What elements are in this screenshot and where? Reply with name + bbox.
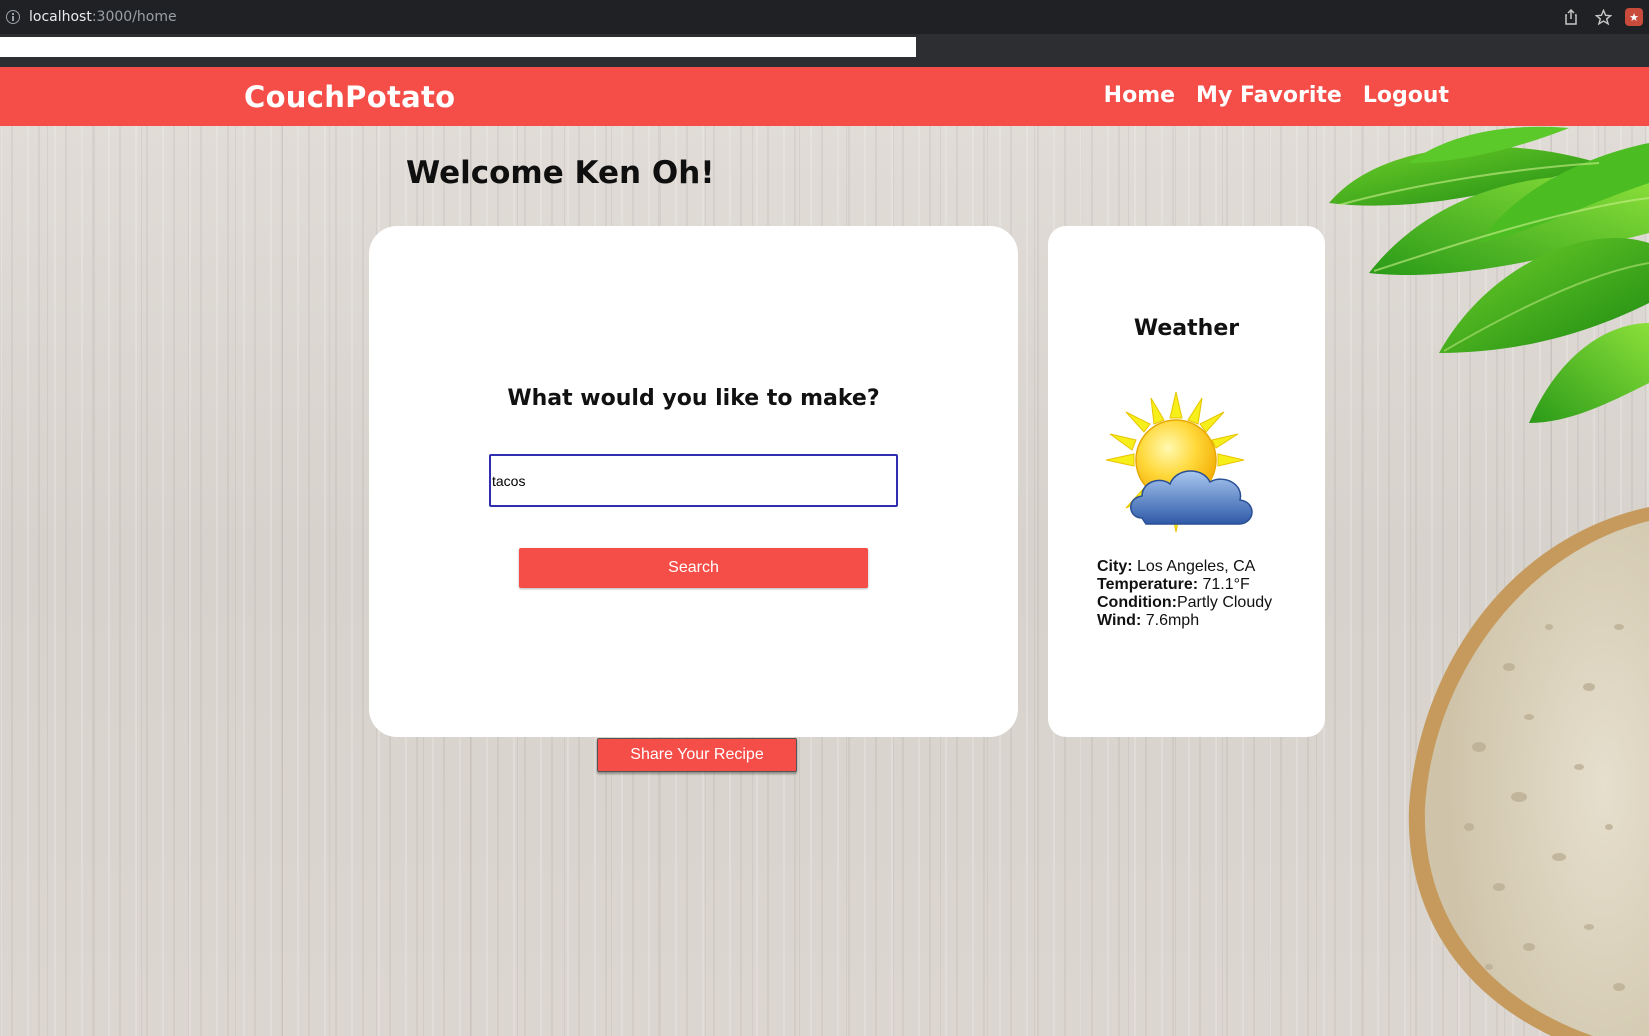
- bookmark-star-icon[interactable]: [1587, 0, 1619, 34]
- nav-home-link[interactable]: Home: [1104, 83, 1175, 108]
- weather-card: Weather City: Los Angeles, CA Temperatur…: [1048, 226, 1325, 737]
- search-card: What would you like to make? Search: [369, 226, 1018, 737]
- wind-value: 7.6mph: [1141, 612, 1200, 629]
- overlay-bar: [0, 37, 916, 57]
- search-button[interactable]: Search: [519, 548, 868, 588]
- browser-actions: ★: [1555, 0, 1649, 34]
- weather-city-row: City: Los Angeles, CA: [1097, 558, 1272, 576]
- weather-title: Weather: [1133, 316, 1240, 341]
- temperature-label: Temperature:: [1097, 576, 1199, 593]
- search-question: What would you like to make?: [507, 386, 880, 411]
- condition-label: Condition:: [1097, 594, 1177, 611]
- condition-value: Partly Cloudy: [1176, 594, 1273, 611]
- weather-condition-row: Condition:Partly Cloudy: [1097, 594, 1272, 612]
- url-host: localhost: [29, 9, 92, 25]
- info-icon[interactable]: [6, 10, 20, 24]
- brand-logo[interactable]: CouchPotato: [244, 80, 455, 114]
- weather-details: City: Los Angeles, CA Temperature: 71.1°…: [1097, 558, 1272, 630]
- nav-links: Home My Favorite Logout: [1104, 83, 1449, 108]
- city-label: City:: [1097, 558, 1133, 575]
- welcome-heading: Welcome Ken Oh!: [406, 155, 715, 191]
- url-path: :3000/home: [91, 9, 177, 25]
- basil-leaves-image: [1329, 126, 1649, 423]
- url-text[interactable]: localhost:3000/home: [29, 9, 177, 25]
- search-input[interactable]: [489, 454, 898, 507]
- temperature-value: 71.1°F: [1198, 576, 1250, 593]
- weather-wind-row: Wind: 7.6mph: [1097, 612, 1272, 630]
- nav-my-favorite-link[interactable]: My Favorite: [1196, 83, 1342, 108]
- share-recipe-button[interactable]: Share Your Recipe: [597, 738, 797, 772]
- wind-label: Wind:: [1097, 612, 1142, 629]
- bread-slice-image: [1408, 507, 1649, 1036]
- city-value: Los Angeles, CA: [1132, 558, 1256, 575]
- partly-cloudy-icon: [1106, 391, 1253, 533]
- share-icon[interactable]: [1555, 0, 1587, 34]
- browser-address-bar: localhost:3000/home ★: [0, 0, 1649, 34]
- weather-temperature-row: Temperature: 71.1°F: [1097, 576, 1272, 594]
- navbar: CouchPotato Home My Favorite Logout: [0, 67, 1649, 126]
- extension-icon[interactable]: ★: [1625, 8, 1643, 26]
- nav-logout-link[interactable]: Logout: [1363, 83, 1449, 108]
